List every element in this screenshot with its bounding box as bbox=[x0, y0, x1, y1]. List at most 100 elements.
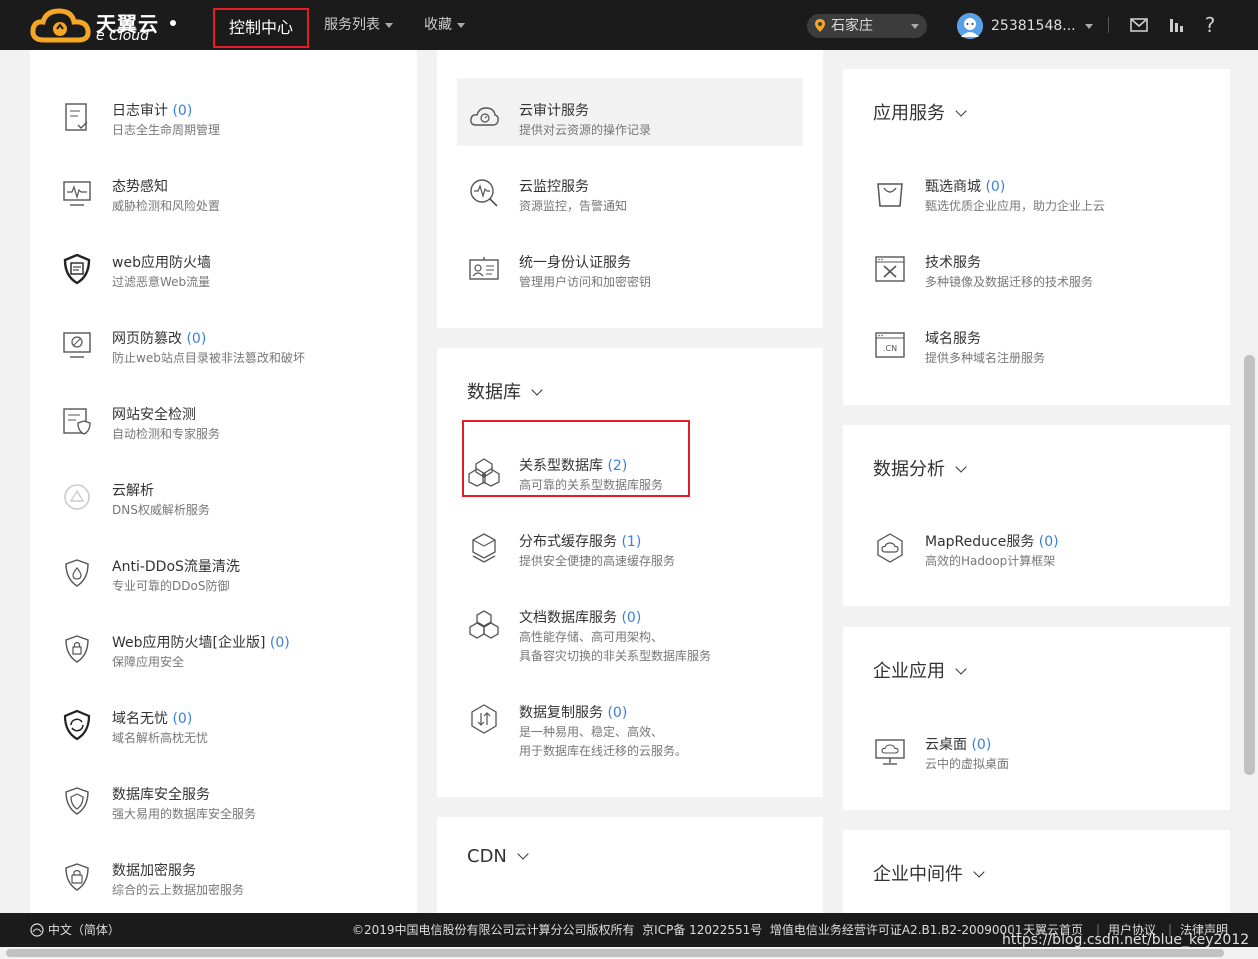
service-item-mapreduce[interactable]: MapReduce服务 (0) 高效的Hadoop计算框架 bbox=[873, 519, 1213, 579]
service-item-domain-worry-free[interactable]: 域名无忧 (0) 域名解析高枕无忧 bbox=[60, 696, 400, 756]
item-desc: 保障应用安全 bbox=[112, 655, 185, 669]
item-title: web应用防火墙 bbox=[112, 255, 211, 271]
item-desc-line2: 具备容灾切换的非关系型数据库服务 bbox=[519, 649, 712, 663]
item-desc: 提供多种域名注册服务 bbox=[925, 351, 1046, 365]
service-item-waf[interactable]: web应用防火墙 过滤恶意Web流量 bbox=[60, 240, 400, 300]
service-item-situation-awareness[interactable]: 态势感知 威胁检测和风险处置 bbox=[60, 164, 400, 224]
item-desc: 云中的虚拟桌面 bbox=[925, 757, 1010, 771]
item-count: (0) bbox=[269, 635, 290, 651]
service-item-cloud-monitor[interactable]: 云监控服务 资源监控，告警通知 bbox=[467, 164, 797, 224]
item-desc: 综合的云上数据加密服务 bbox=[112, 883, 245, 897]
shield-key-icon bbox=[65, 863, 89, 891]
id-card-icon bbox=[469, 257, 499, 280]
item-desc: 资源监控，告警通知 bbox=[519, 199, 628, 213]
item-title: 分布式缓存服务 bbox=[519, 534, 617, 550]
section-cdn-title[interactable]: CDN bbox=[467, 846, 529, 867]
item-count: (0) bbox=[971, 737, 992, 753]
item-desc: 提供对云资源的操作记录 bbox=[519, 123, 652, 137]
item-count: (2) bbox=[607, 458, 628, 474]
item-count: (0) bbox=[985, 179, 1006, 195]
divider bbox=[1108, 17, 1109, 33]
item-desc-line1: 是一种易用、稳定、高效、 bbox=[519, 725, 664, 739]
service-item-data-replication[interactable]: 数据复制服务 (0) 是一种易用、稳定、高效、 用于数据库在线迁移的云服务。 bbox=[467, 690, 797, 760]
section-analytics-title[interactable]: 数据分析 bbox=[873, 455, 967, 481]
item-count: (1) bbox=[621, 534, 642, 550]
section-database-title[interactable]: 数据库 bbox=[467, 378, 543, 404]
section-middleware-title[interactable]: 企业中间件 bbox=[873, 860, 985, 886]
service-item-anti-ddos[interactable]: Anti-DDoS流量清洗 专业可靠的DDoS防御 bbox=[60, 544, 400, 604]
service-item-cloud-audit[interactable]: 云审计服务 提供对云资源的操作记录 bbox=[467, 88, 797, 148]
language-switcher[interactable]: 中文（简体） bbox=[30, 913, 120, 947]
item-desc-line1: 高性能存储、高可用架构、 bbox=[519, 630, 664, 644]
scrollbar-thumb[interactable] bbox=[1244, 355, 1255, 775]
item-count: (0) bbox=[621, 610, 642, 626]
item-desc: 高效的Hadoop计算框架 bbox=[925, 554, 1056, 568]
monitor-search-icon bbox=[470, 179, 498, 207]
service-item-waf-enterprise[interactable]: Web应用防火墙[企业版] (0) 保障应用安全 bbox=[60, 620, 400, 680]
service-item-website-security-scan[interactable]: 网站安全检测 自动检测和专家服务 bbox=[60, 392, 400, 452]
shield-icon bbox=[63, 253, 91, 285]
chevron-down-icon bbox=[385, 22, 393, 28]
item-desc: 多种镜像及数据迁移的技术服务 bbox=[925, 275, 1094, 289]
item-desc: 威胁检测和风险处置 bbox=[112, 199, 221, 213]
item-title: 云审计服务 bbox=[519, 103, 589, 119]
item-desc: 提供安全便捷的高速缓存服务 bbox=[519, 554, 676, 568]
help-icon[interactable]: ? bbox=[1200, 15, 1220, 35]
service-item-marketplace[interactable]: 甄选商城 (0) 甄选优质企业应用，助力企业上云 bbox=[873, 164, 1213, 224]
service-item-cloud-desktop[interactable]: 云桌面 (0) 云中的虚拟桌面 bbox=[873, 722, 1213, 782]
cloud-desktop-icon bbox=[875, 739, 905, 765]
user-avatar-icon bbox=[957, 13, 983, 39]
item-title: 云解析 bbox=[112, 483, 154, 499]
section-title-label: 数据分析 bbox=[873, 459, 945, 480]
section-title-label: 企业应用 bbox=[873, 661, 945, 682]
item-title: 网站安全检测 bbox=[112, 407, 196, 423]
nav-favorites-label: 收藏 bbox=[424, 17, 452, 33]
region-selector[interactable]: 石家庄 bbox=[807, 14, 927, 38]
nav-console[interactable]: 控制中心 bbox=[213, 8, 309, 48]
location-pin-icon bbox=[815, 19, 825, 32]
chart-icon[interactable] bbox=[1167, 15, 1187, 35]
service-item-tech-services[interactable]: 技术服务 多种镜像及数据迁移的技术服务 bbox=[873, 240, 1213, 300]
service-item-distributed-cache[interactable]: 分布式缓存服务 (1) 提供安全便捷的高速缓存服务 bbox=[467, 519, 797, 579]
service-item-document-db[interactable]: 文档数据库服务 (0) 高性能存储、高可用架构、具备容灾切换的非关系型数据库服务 bbox=[467, 595, 797, 663]
nav-favorites[interactable]: 收藏 bbox=[424, 0, 465, 50]
chevron-down-icon bbox=[973, 866, 985, 878]
section-title-label: 企业中间件 bbox=[873, 864, 963, 885]
item-count: (0) bbox=[172, 711, 193, 727]
mail-icon[interactable] bbox=[1129, 15, 1149, 35]
scrollbar-thumb[interactable] bbox=[6, 949, 1224, 957]
brand-name-en: e Cloud bbox=[96, 28, 150, 44]
service-item-domain-service[interactable]: .CN 域名服务 提供多种域名注册服务 bbox=[873, 316, 1213, 376]
section-enterprise-title[interactable]: 企业应用 bbox=[873, 657, 967, 683]
item-title: Anti-DDoS流量清洗 bbox=[112, 559, 240, 575]
globe-icon bbox=[30, 923, 44, 937]
service-item-identity-auth[interactable]: 统一身份认证服务 管理用户访问和加密密钥 bbox=[467, 240, 797, 300]
ecloud-logo[interactable]: 天翼云 e Cloud bbox=[30, 6, 180, 46]
service-item-log-audit[interactable]: 日志审计 (0) 日志全生命周期管理 bbox=[60, 88, 400, 148]
shield-database-icon bbox=[65, 787, 89, 815]
horizontal-scrollbar[interactable] bbox=[0, 947, 1258, 959]
item-title: 数据加密服务 bbox=[112, 863, 196, 879]
service-item-cloud-dns[interactable]: 云解析 DNS权威解析服务 bbox=[60, 468, 400, 528]
service-item-relational-db[interactable]: 关系型数据库 (2) 高可靠的关系型数据库服务 bbox=[467, 443, 797, 503]
chevron-down-icon bbox=[1085, 23, 1094, 29]
nav-services[interactable]: 服务列表 bbox=[324, 0, 393, 50]
stacked-hexagon-icon bbox=[472, 533, 496, 563]
section-title-label: CDN bbox=[467, 846, 507, 867]
tools-window-icon bbox=[875, 256, 905, 282]
service-item-database-security[interactable]: 数据库安全服务 强大易用的数据库安全服务 bbox=[60, 772, 400, 832]
item-title: 文档数据库服务 bbox=[519, 610, 617, 626]
item-desc: 强大易用的数据库安全服务 bbox=[112, 807, 257, 821]
region-label: 石家庄 bbox=[831, 18, 873, 34]
vertical-scrollbar[interactable] bbox=[1241, 50, 1258, 913]
service-item-data-encryption[interactable]: 数据加密服务 综合的云上数据加密服务 bbox=[60, 848, 400, 908]
section-app-services-title[interactable]: 应用服务 bbox=[873, 99, 967, 125]
user-name: 25381548... bbox=[991, 18, 1076, 34]
hexagon-cloud-icon bbox=[877, 533, 903, 563]
item-title: 态势感知 bbox=[112, 179, 168, 195]
shield-drop-icon bbox=[65, 559, 89, 587]
domain-badge: .CN bbox=[883, 344, 897, 353]
item-desc: 甄选优质企业应用，助力企业上云 bbox=[925, 199, 1106, 213]
service-item-web-tamper-protection[interactable]: 网页防篡改 (0) 防止web站点目录被非法篡改和破坏 bbox=[60, 316, 400, 376]
user-menu[interactable]: 25381548... bbox=[957, 13, 1094, 39]
